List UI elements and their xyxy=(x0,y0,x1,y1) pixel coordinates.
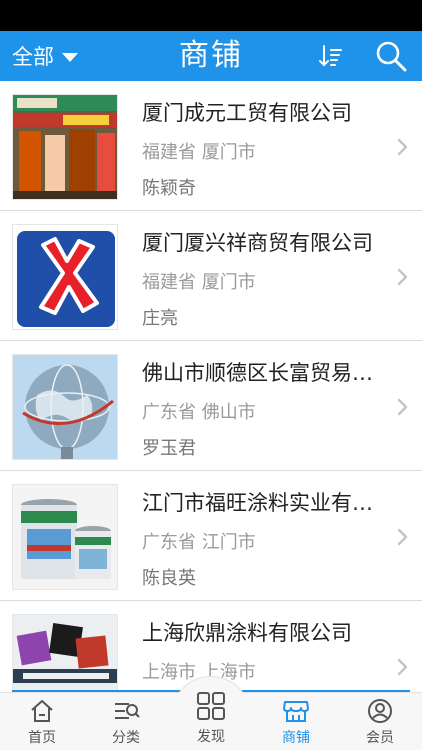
shop-thumbnail xyxy=(12,224,118,330)
tab-label: 商铺 xyxy=(282,730,310,746)
tab-discover[interactable]: 发现 xyxy=(171,684,251,750)
tab-label: 会员 xyxy=(366,730,394,746)
paint-brand-image xyxy=(13,615,117,691)
tab-label: 发现 xyxy=(197,729,225,745)
shop-contact: 庄亮 xyxy=(142,308,178,329)
chevron-right-icon xyxy=(397,268,408,286)
shop-name: 厦门成元工贸有限公司 xyxy=(142,101,352,125)
shop-thumbnail xyxy=(12,614,118,691)
search-icon xyxy=(376,41,407,72)
globe-image xyxy=(13,355,117,459)
user-icon xyxy=(368,699,392,723)
paint-cans-image xyxy=(13,485,117,589)
shop-name: 厦门厦兴祥商贸有限公司 xyxy=(142,231,373,255)
tab-category[interactable]: 分类 xyxy=(84,693,168,750)
sort-icon xyxy=(319,45,342,67)
shop-icon xyxy=(283,701,309,722)
shop-name: 上海欣鼎涂料有限公司 xyxy=(142,621,352,645)
shop-name: 江门市福旺涂料实业有限公司 xyxy=(142,491,387,515)
chevron-right-icon xyxy=(397,138,408,156)
shop-contact: 陈颖奇 xyxy=(142,178,196,199)
chevron-right-icon xyxy=(397,658,408,676)
caret-down-icon xyxy=(62,52,78,62)
shop-list-item[interactable]: 厦门厦兴祥商贸有限公司 福建省 厦门市 庄亮 xyxy=(0,211,422,341)
shop-thumbnail xyxy=(12,484,118,590)
chevron-right-icon xyxy=(397,398,408,416)
shop-list-item[interactable]: 江门市福旺涂料实业有限公司 广东省 江门市 陈良英 xyxy=(0,471,422,601)
tab-label: 首页 xyxy=(28,730,56,746)
filter-dropdown-button[interactable]: 全部 xyxy=(12,31,78,81)
grid-icon xyxy=(197,692,225,720)
shop-thumbnail xyxy=(12,94,118,200)
red-x-logo-image xyxy=(13,225,117,329)
tab-home[interactable]: 首页 xyxy=(0,693,84,750)
shop-region: 广东省 佛山市 xyxy=(142,402,256,423)
shop-list: 厦门成元工贸有限公司 福建省 厦门市 陈颖奇 厦门厦兴祥商贸有限公司 福建省 厦… xyxy=(0,81,422,691)
shop-region: 福建省 厦门市 xyxy=(142,272,256,293)
shop-region: 福建省 厦门市 xyxy=(142,142,256,163)
shop-contact: 陈良英 xyxy=(142,568,196,589)
status-bar xyxy=(0,0,422,31)
shop-region: 广东省 江门市 xyxy=(142,532,256,553)
search-button[interactable] xyxy=(374,39,408,73)
app-header: 全部 商铺 xyxy=(0,31,422,81)
home-icon xyxy=(31,700,53,722)
chevron-right-icon xyxy=(397,528,408,546)
tab-shop[interactable]: 商铺 xyxy=(254,693,338,750)
shop-contact: 罗玉君 xyxy=(142,438,196,459)
shop-thumbnail xyxy=(12,354,118,460)
storefront-image xyxy=(13,95,117,199)
filter-label: 全部 xyxy=(12,45,54,69)
category-icon xyxy=(115,703,140,719)
tab-member[interactable]: 会员 xyxy=(338,693,422,750)
shop-list-item[interactable]: 佛山市顺德区长富贸易有限公司 广东省 佛山市 罗玉君 xyxy=(0,341,422,471)
shop-list-item[interactable]: 厦门成元工贸有限公司 福建省 厦门市 陈颖奇 xyxy=(0,81,422,211)
shop-name: 佛山市顺德区长富贸易有限公司 xyxy=(142,361,387,385)
tab-label: 分类 xyxy=(112,730,140,746)
sort-button[interactable] xyxy=(318,43,344,69)
